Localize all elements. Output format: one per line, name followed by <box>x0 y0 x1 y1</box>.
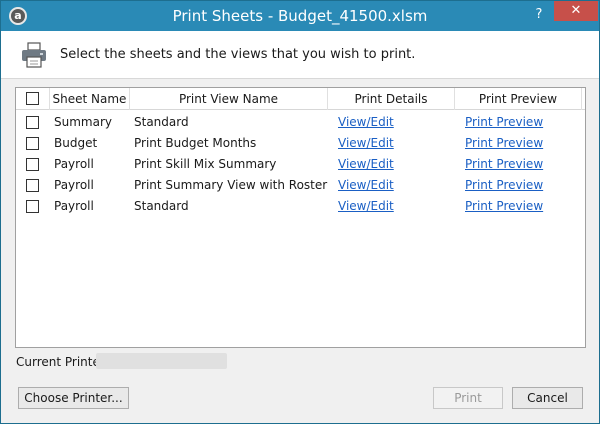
sheets-grid: Sheet Name Print View Name Print Details… <box>15 87 586 348</box>
select-all-checkbox[interactable] <box>26 92 39 105</box>
current-printer-value-redacted <box>96 353 227 369</box>
column-header-print-details[interactable]: Print Details <box>328 88 455 110</box>
sheet-name: Summary <box>54 115 112 129</box>
table-row: Payroll Print Skill Mix Summary View/Edi… <box>16 154 585 175</box>
table-row: Budget Print Budget Months View/Edit Pri… <box>16 133 585 154</box>
row-checkbox[interactable] <box>26 179 39 192</box>
view-edit-link[interactable]: View/Edit <box>338 154 394 175</box>
current-printer-label: Current Printer: <box>16 355 109 369</box>
choose-printer-button[interactable]: Choose Printer... <box>18 387 129 409</box>
table-row: Payroll Standard View/Edit Print Preview <box>16 196 585 217</box>
select-all-cell <box>16 88 50 110</box>
sheet-name: Payroll <box>54 199 94 213</box>
print-preview-link[interactable]: Print Preview <box>465 175 543 196</box>
cancel-button[interactable]: Cancel <box>512 387 583 409</box>
print-preview-link[interactable]: Print Preview <box>465 133 543 154</box>
view-edit-link[interactable]: View/Edit <box>338 175 394 196</box>
print-view-name: Print Budget Months <box>134 136 257 150</box>
help-button[interactable]: ? <box>529 5 549 25</box>
print-view-name: Standard <box>134 115 189 129</box>
view-edit-link[interactable]: View/Edit <box>338 196 394 217</box>
table-row: Summary Standard View/Edit Print Preview <box>16 112 585 133</box>
close-button[interactable]: ✕ <box>554 1 598 21</box>
column-header-sheet-name[interactable]: Sheet Name <box>50 88 130 110</box>
window-title: Print Sheets - Budget_41500.xlsm <box>172 7 428 25</box>
print-preview-link[interactable]: Print Preview <box>465 196 543 217</box>
sheet-name: Payroll <box>54 157 94 171</box>
print-view-name: Print Skill Mix Summary <box>134 157 277 171</box>
row-checkbox[interactable] <box>26 158 39 171</box>
grid-header: Sheet Name Print View Name Print Details… <box>16 88 585 110</box>
row-checkbox[interactable] <box>26 137 39 150</box>
print-preview-link[interactable]: Print Preview <box>465 154 543 175</box>
table-row: Payroll Print Summary View with Roster V… <box>16 175 585 196</box>
column-header-print-preview[interactable]: Print Preview <box>455 88 582 110</box>
print-view-name: Standard <box>134 199 189 213</box>
print-sheets-dialog: a Print Sheets - Budget_41500.xlsm ? ✕ S… <box>0 0 600 424</box>
sheet-name: Budget <box>54 136 98 150</box>
print-button[interactable]: Print <box>433 387 503 409</box>
printer-icon <box>22 42 46 68</box>
print-view-name: Print Summary View with Roster <box>134 178 328 192</box>
print-preview-link[interactable]: Print Preview <box>465 112 543 133</box>
row-checkbox[interactable] <box>26 200 39 213</box>
row-checkbox[interactable] <box>26 116 39 129</box>
column-header-print-view-name[interactable]: Print View Name <box>130 88 328 110</box>
header-panel: Select the sheets and the views that you… <box>1 31 599 79</box>
view-edit-link[interactable]: View/Edit <box>338 112 394 133</box>
view-edit-link[interactable]: View/Edit <box>338 133 394 154</box>
instructions-text: Select the sheets and the views that you… <box>60 47 416 62</box>
sheet-name: Payroll <box>54 178 94 192</box>
title-bar: a Print Sheets - Budget_41500.xlsm ? ✕ <box>1 1 599 31</box>
